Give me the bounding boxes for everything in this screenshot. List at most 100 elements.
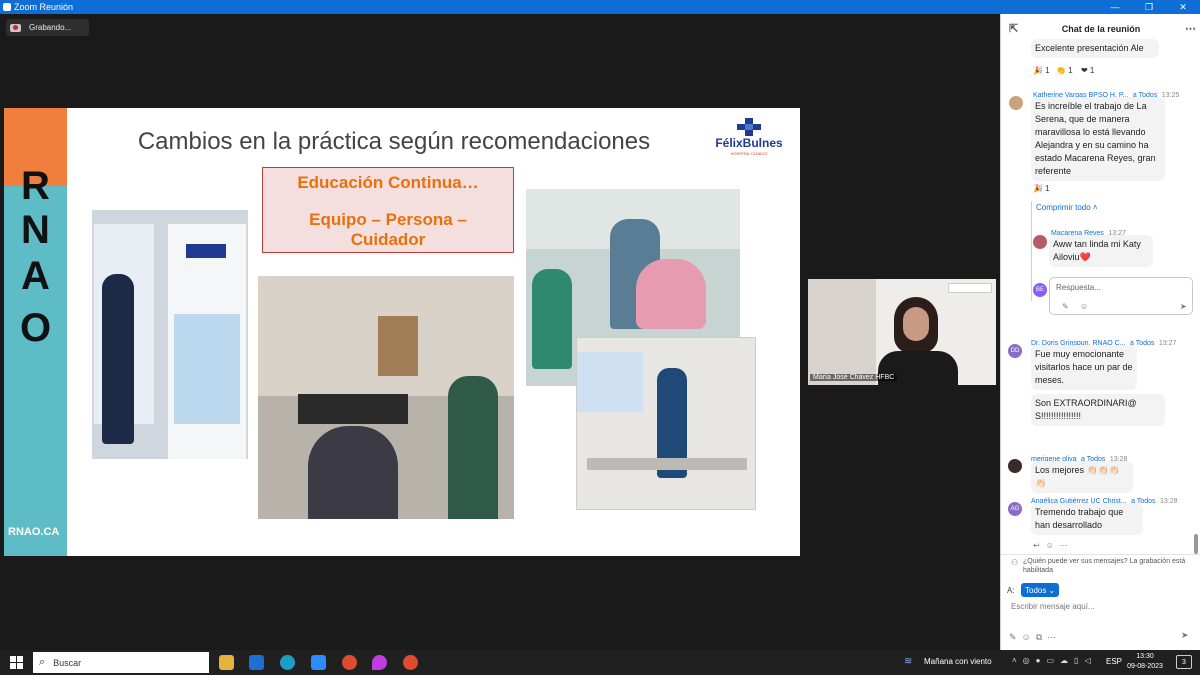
timestamp: 13:28: [1160, 498, 1178, 505]
weather-text[interactable]: Mañana con viento: [924, 657, 992, 666]
logo-cross-icon: [737, 118, 761, 136]
avatar: DD: [1008, 344, 1022, 358]
windows-start-icon[interactable]: [10, 656, 23, 669]
chat-message: Es increíble el trabajo de La Serena, qu…: [1031, 97, 1165, 181]
brand-letter: R: [21, 164, 50, 208]
projection-screen: [577, 352, 643, 412]
shared-slide: R N A O RNAO.CA Cambios en la práctica s…: [4, 108, 800, 556]
clock-time: 13:30: [1136, 653, 1154, 660]
nurse-figure: [448, 376, 498, 519]
my-avatar: BE: [1033, 283, 1047, 297]
collapse-thread-link[interactable]: Comprimir todo ˄: [1036, 203, 1098, 212]
close-button[interactable]: ✕: [1166, 0, 1200, 14]
attendee-figure: [308, 426, 398, 519]
recording-icon: [10, 23, 21, 32]
timestamp: 13:25: [1161, 92, 1180, 99]
chat-message: Aww tan linda mi Katy Ailoviu❤️: [1049, 235, 1153, 267]
window-title: Zoom Reunión: [14, 2, 74, 12]
brand-site: RNAO.CA: [8, 526, 60, 538]
outlook-icon[interactable]: [249, 655, 264, 670]
recording-label: Grabando...: [29, 23, 72, 32]
input-toolbar[interactable]: ✎☺⧉⋯: [1009, 632, 1061, 643]
brand-letter: N: [21, 208, 50, 252]
to-label: A:: [1007, 586, 1015, 595]
message-input[interactable]: Escribir mensaje aquí...: [1011, 602, 1095, 611]
system-tray[interactable]: ˄◎●▭☁▯◁: [1012, 656, 1097, 665]
chat-title: Chat de la reunión: [1061, 24, 1141, 34]
chat-message: Los mejores 👏🏻👏🏻👏🏻👏🏻: [1031, 461, 1133, 493]
education-box: Educación Continua… Equipo – Persona – C…: [262, 167, 514, 253]
notification-count: 3: [1182, 658, 1186, 666]
zoom-icon[interactable]: [311, 655, 326, 670]
slide-title: Cambios en la práctica según recomendaci…: [137, 128, 651, 155]
popout-icon[interactable]: ⇱: [1009, 22, 1018, 35]
banner-graphic: [174, 314, 240, 424]
send-icon[interactable]: ➤: [1180, 302, 1187, 311]
people-icon: ⚇: [1011, 558, 1019, 567]
banner-right: [168, 224, 246, 459]
logo-subtext: HOSPITAL CLÍNICO: [730, 151, 768, 156]
photo-classroom: [258, 276, 514, 519]
monitors: [298, 394, 408, 424]
search-box[interactable]: ⌕ Buscar: [33, 652, 209, 673]
reply-input[interactable]: Respuesta... ✎ ☺ ➤: [1049, 277, 1193, 315]
avatar: [1009, 96, 1023, 110]
language-indicator[interactable]: ESP: [1106, 657, 1122, 666]
classroom-door: [378, 316, 418, 376]
team-line: Equipo – Persona – Cuidador: [263, 210, 513, 250]
notification-center-icon[interactable]: 3: [1176, 655, 1192, 669]
minimize-button[interactable]: —: [1098, 0, 1132, 14]
chat-options-icon[interactable]: ⋯: [1185, 22, 1196, 35]
chat-scrollbar[interactable]: [1194, 534, 1198, 554]
brand-letter: O: [19, 306, 52, 350]
chat-panel: ⇱ Chat de la reunión ⋯ Excelente present…: [1000, 14, 1200, 650]
hospital-logo: FélixBulnes HOSPITAL CLÍNICO: [709, 118, 789, 168]
chat-message: Son EXTRAORDINARI@S!!!!!!!!!!!!!!!!: [1031, 394, 1165, 426]
brand-letter: A: [21, 254, 50, 298]
demo-table: [587, 458, 747, 470]
logo-text: FélixBulnes: [715, 136, 783, 150]
reaction[interactable]: 👏 1: [1056, 66, 1073, 75]
privacy-notice[interactable]: ¿Quién puede ver sus mensajes? La grabac…: [1023, 557, 1199, 575]
person-figure: [102, 274, 134, 444]
reaction[interactable]: 🎉 1: [1033, 184, 1050, 193]
chat-message: Tremendo trabajo que han desarrollado: [1031, 503, 1143, 535]
timestamp: 13:27: [1158, 340, 1177, 347]
avatar: [1033, 235, 1047, 249]
search-icon: ⌕: [39, 656, 46, 668]
recording-badge[interactable]: Grabando...: [6, 19, 89, 36]
speaker-face: [903, 307, 929, 341]
format-icon[interactable]: ✎: [1062, 302, 1069, 311]
avatar: [1008, 459, 1022, 473]
recipient-dropdown[interactable]: Todos ⌄: [1021, 583, 1060, 597]
team-text: Equipo – Persona –: [309, 210, 467, 229]
zoom-app-icon: [3, 3, 11, 11]
file-explorer-icon[interactable]: [219, 655, 234, 670]
chrome-icon[interactable]: [342, 655, 357, 670]
assistant-figure: [532, 269, 572, 369]
participant-name: María José Chávez HFBC: [810, 374, 898, 381]
maximize-button[interactable]: ❐: [1132, 0, 1166, 14]
photo-banners: [92, 210, 248, 459]
weather-icon[interactable]: ≋: [904, 656, 912, 667]
reaction[interactable]: 🎉 1: [1033, 66, 1050, 75]
recipient-value: Todos: [1025, 585, 1047, 595]
app-icon[interactable]: [372, 655, 387, 670]
emoji-icon[interactable]: ☺: [1080, 302, 1088, 311]
video-background-map: [808, 279, 878, 385]
patient-figure: [636, 259, 706, 329]
chat-message: Fue muy emocionante visitarlos hace un p…: [1031, 345, 1137, 390]
reply-placeholder: Respuesta...: [1056, 283, 1101, 292]
chrome-profile-icon[interactable]: [403, 655, 418, 670]
speaker-video[interactable]: María José Chávez HFBC: [808, 279, 996, 385]
window-titlebar: Zoom Reunión — ❐ ✕: [0, 0, 1200, 14]
edge-icon[interactable]: [280, 655, 295, 670]
message-actions[interactable]: ↩☺⋯: [1033, 541, 1074, 550]
education-line: Educación Continua…: [297, 173, 479, 192]
clock[interactable]: 13:30 09-08-2023: [1124, 652, 1166, 672]
reaction[interactable]: ❤ 1: [1081, 66, 1094, 75]
video-logos: [948, 283, 992, 293]
send-button[interactable]: ➤: [1181, 630, 1189, 641]
avatar: AG: [1008, 502, 1022, 516]
clock-date: 09-08-2023: [1127, 663, 1163, 670]
